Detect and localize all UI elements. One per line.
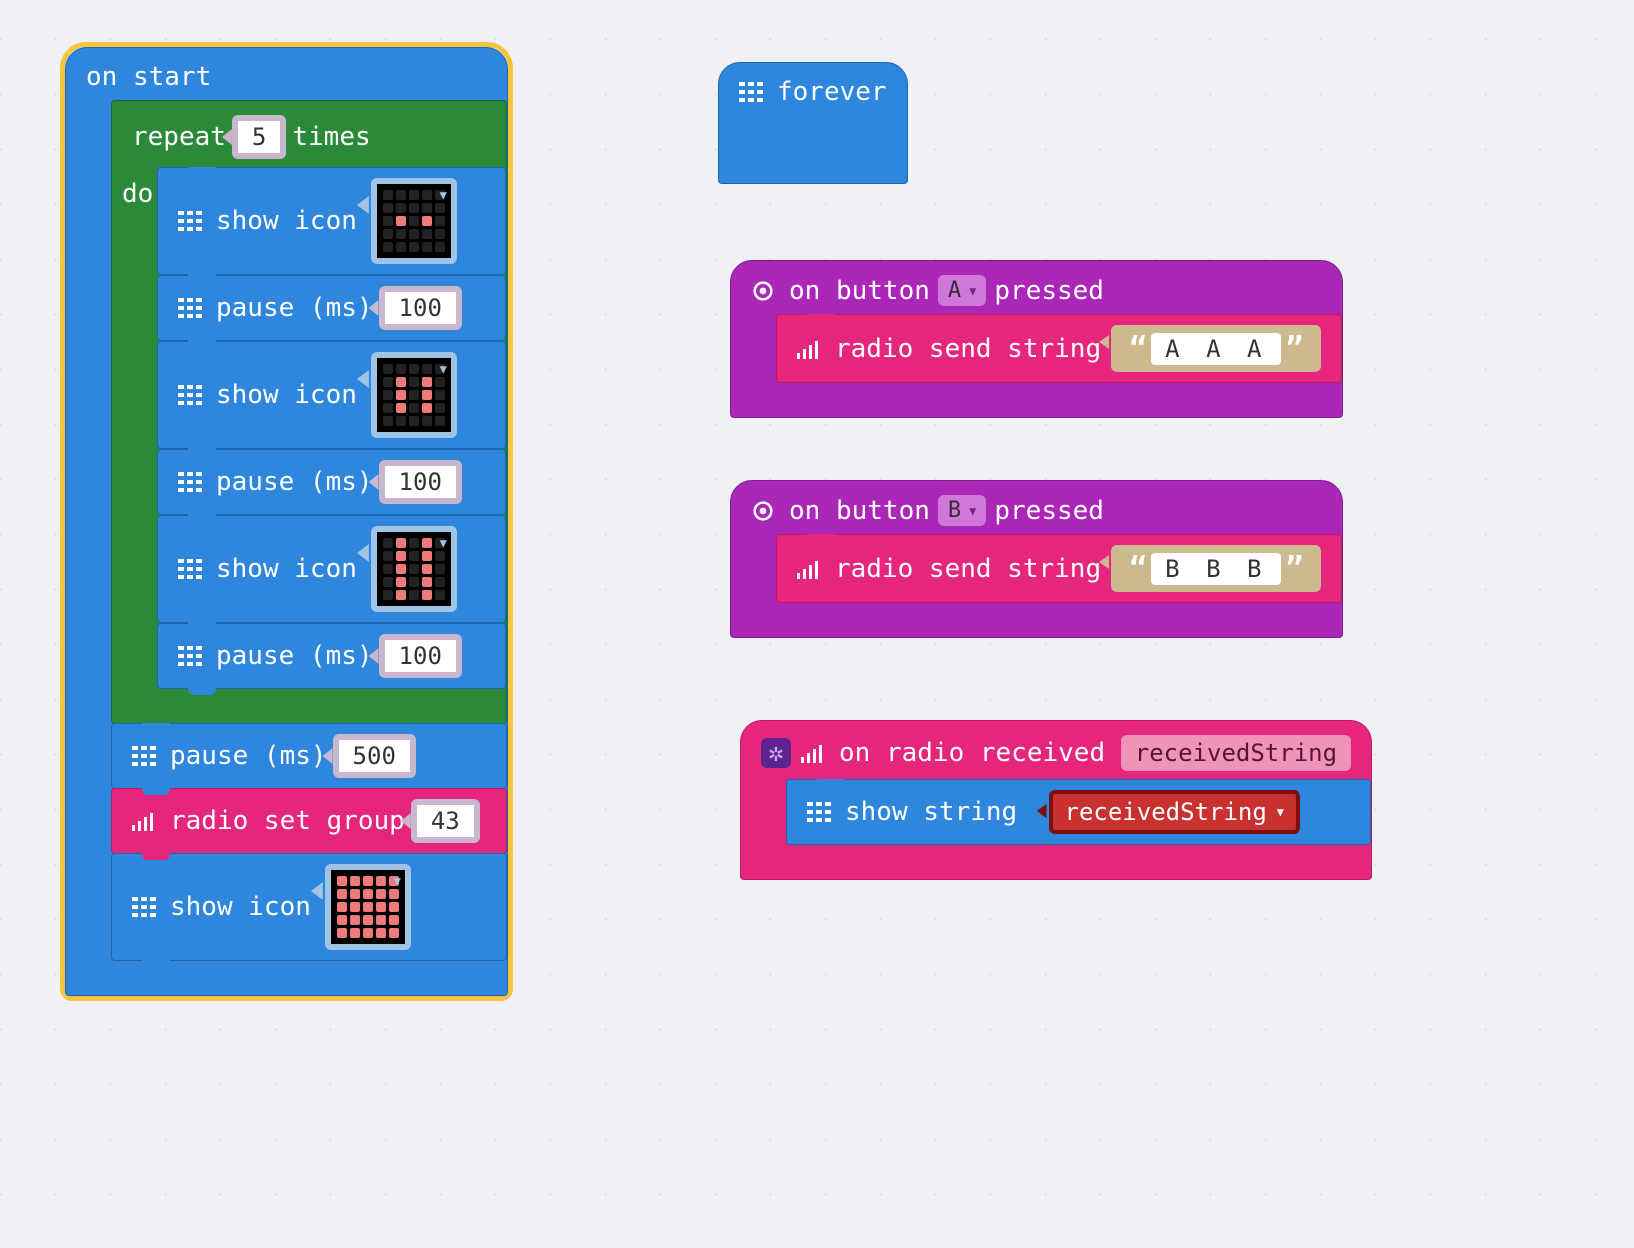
- repeat-pause-1[interactable]: pause (ms) 100: [157, 275, 506, 341]
- button-a-dropdown[interactable]: A▼: [938, 275, 986, 306]
- radio-send-b-label: radio send string: [835, 554, 1101, 584]
- repeat-show-icon-2[interactable]: show icon ▼: [157, 341, 506, 449]
- repeat-pause-5[interactable]: pause (ms) 100: [157, 623, 506, 689]
- on-start-hat[interactable]: on start repeat 5 times do: [65, 47, 508, 996]
- radio-send-b-input[interactable]: “B B B”: [1111, 545, 1321, 592]
- repeat-label-a: repeat: [132, 122, 226, 152]
- grid-icon: [178, 298, 202, 318]
- on-button-a-label-b: pressed: [994, 276, 1104, 306]
- show-icon-label: show icon: [216, 206, 357, 236]
- grid-icon: [178, 385, 202, 405]
- pause-label: pause (ms): [216, 641, 373, 671]
- target-icon: [751, 501, 775, 521]
- on-start-stack[interactable]: on start repeat 5 times do: [60, 42, 513, 1001]
- radio-icon: [797, 339, 821, 359]
- received-string-var-dropdown[interactable]: receivedString▼: [1049, 790, 1301, 834]
- on-button-b-label-b: pressed: [994, 496, 1104, 526]
- show-string-block[interactable]: show string receivedString▼: [786, 779, 1371, 845]
- radio-icon: [797, 559, 821, 579]
- show-icon-label: show icon: [170, 892, 311, 922]
- on-button-a-block[interactable]: on button A▼ pressed radio send string “…: [730, 260, 1343, 418]
- repeat-show-icon-4[interactable]: show icon ▼: [157, 515, 506, 623]
- forever-label: forever: [777, 77, 887, 107]
- show-icon-label: show icon: [216, 554, 357, 584]
- led-pattern-dropdown[interactable]: ▼: [371, 352, 457, 438]
- on-button-b-label-a: on button: [789, 496, 930, 526]
- pause-value-input[interactable]: 100: [379, 460, 462, 504]
- grid-icon: [178, 211, 202, 231]
- radio-send-a-label: radio send string: [835, 334, 1101, 364]
- grid-icon: [178, 472, 202, 492]
- show-string-label: show string: [845, 797, 1017, 827]
- on-radio-label: on radio received: [839, 738, 1105, 768]
- radio-group-input[interactable]: 43: [411, 799, 480, 843]
- grid-icon: [132, 897, 156, 917]
- tail-show-icon-2[interactable]: show icon ▼: [111, 853, 507, 961]
- pause-value-input[interactable]: 100: [379, 286, 462, 330]
- repeat-block[interactable]: repeat 5 times do show icon ▼ pause (ms)…: [111, 100, 507, 724]
- grid-icon: [739, 82, 763, 102]
- button-b-dropdown[interactable]: B▼: [938, 495, 986, 526]
- radio-send-a-input[interactable]: “A A A”: [1111, 325, 1321, 372]
- radio-set-group-label: radio set group: [170, 806, 405, 836]
- forever-block[interactable]: forever: [718, 62, 908, 184]
- radio-icon: [801, 743, 825, 763]
- tail-pause-0[interactable]: pause (ms) 500: [111, 723, 507, 789]
- radio-send-a-block[interactable]: radio send string “A A A”: [776, 314, 1342, 383]
- grid-icon: [807, 802, 831, 822]
- repeat-show-icon-0[interactable]: show icon ▼: [157, 167, 506, 275]
- pause-label: pause (ms): [216, 293, 373, 323]
- led-pattern-dropdown[interactable]: ▼: [371, 178, 457, 264]
- grid-icon: [132, 746, 156, 766]
- grid-icon: [178, 646, 202, 666]
- on-start-label: on start: [66, 58, 507, 100]
- pause-label: pause (ms): [170, 741, 327, 771]
- repeat-label-b: times: [292, 122, 370, 152]
- pause-value-input[interactable]: 100: [379, 634, 462, 678]
- grid-icon: [178, 559, 202, 579]
- gear-icon[interactable]: ✲: [761, 738, 791, 768]
- repeat-count-input[interactable]: 5: [232, 115, 286, 159]
- target-icon: [751, 281, 775, 301]
- radio-icon: [132, 811, 156, 831]
- led-pattern-dropdown[interactable]: ▼: [325, 864, 411, 950]
- show-icon-label: show icon: [216, 380, 357, 410]
- tail-radio-set-group[interactable]: radio set group 43: [111, 788, 507, 854]
- pause-label: pause (ms): [216, 467, 373, 497]
- radio-send-b-block[interactable]: radio send string “B B B”: [776, 534, 1342, 603]
- on-button-a-label-a: on button: [789, 276, 930, 306]
- received-string-param[interactable]: receivedString: [1121, 735, 1351, 771]
- led-pattern-dropdown[interactable]: ▼: [371, 526, 457, 612]
- repeat-pause-3[interactable]: pause (ms) 100: [157, 449, 506, 515]
- pause-value-input[interactable]: 500: [333, 734, 416, 778]
- repeat-do-label: do: [122, 179, 153, 209]
- on-radio-received-block[interactable]: ✲ on radio received receivedString show …: [740, 720, 1372, 880]
- on-button-b-block[interactable]: on button B▼ pressed radio send string “…: [730, 480, 1343, 638]
